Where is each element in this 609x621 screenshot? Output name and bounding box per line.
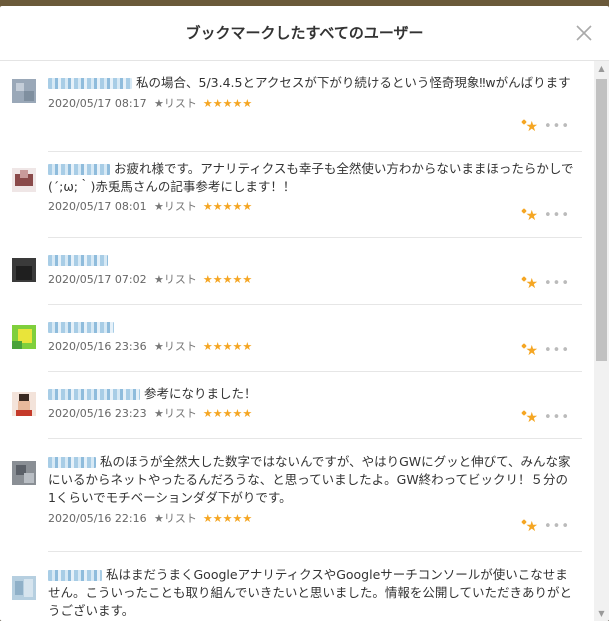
modal-header: ブックマークしたすべてのユーザー bbox=[0, 6, 609, 61]
username[interactable] bbox=[48, 457, 96, 468]
bookmark-date[interactable]: 2020/05/17 07:02 bbox=[48, 271, 154, 289]
scrollbar[interactable]: ▲ ▼ bbox=[594, 61, 609, 621]
username[interactable] bbox=[48, 164, 110, 175]
meta-row: 2020/05/16 23:23 ★リスト ★★★★★ bbox=[48, 405, 582, 423]
avatar[interactable] bbox=[12, 392, 36, 416]
scroll-down-arrow-icon[interactable]: ▼ bbox=[594, 606, 609, 621]
more-dots-icon[interactable]: ••• bbox=[544, 343, 570, 358]
star-icon[interactable]: ★ bbox=[525, 276, 538, 292]
list-item: 私の場合、5/3.4.5とアクセスが下がり続けるという怪奇現象‼wがんばります … bbox=[12, 61, 582, 152]
comment-text bbox=[48, 305, 582, 336]
username[interactable] bbox=[48, 389, 140, 400]
meta-row: 2020/05/17 08:17 ★リスト ★★★★★ bbox=[48, 95, 582, 113]
list-link[interactable]: ★リスト bbox=[154, 200, 197, 213]
bookmark-date[interactable]: 2020/05/16 22:16 bbox=[48, 510, 154, 528]
bookmark-date[interactable]: 2020/05/16 23:36 bbox=[48, 338, 154, 356]
meta-row: 2020/05/17 07:02 ★リスト ★★★★★ bbox=[48, 271, 582, 289]
star-icon[interactable]: ★ bbox=[525, 519, 538, 535]
star-icon[interactable]: ★ bbox=[525, 343, 538, 359]
more-dots-icon[interactable]: ••• bbox=[544, 276, 570, 291]
bookmark-date[interactable]: 2020/05/17 08:01 bbox=[48, 198, 154, 216]
list-link[interactable]: ★リスト bbox=[154, 407, 197, 420]
comment-text: 参考になりました！ bbox=[48, 372, 582, 403]
close-icon[interactable] bbox=[573, 22, 595, 44]
bookmark-users-modal: ブックマークしたすべてのユーザー 私の場合、5/3.4.5とアクセスが下がり続け… bbox=[0, 6, 609, 621]
star-rating: ★★★★★ bbox=[202, 407, 253, 420]
star-icon[interactable]: ★ bbox=[525, 410, 538, 426]
bookmark-list: 私の場合、5/3.4.5とアクセスが下がり続けるという怪奇現象‼wがんばります … bbox=[0, 61, 594, 621]
list-item: 私はまだうまくGoogleアナリティクスやGoogleサーチコンソールが使いこな… bbox=[12, 552, 582, 621]
username[interactable] bbox=[48, 78, 132, 89]
star-rating: ★★★★★ bbox=[202, 512, 253, 525]
username[interactable] bbox=[48, 570, 102, 581]
star-rating: ★★★★★ bbox=[202, 273, 253, 286]
avatar[interactable] bbox=[12, 461, 36, 485]
list-item: 2020/05/16 23:36 ★リスト ★★★★★ ★ ••• bbox=[12, 305, 582, 372]
more-dots-icon[interactable]: ••• bbox=[544, 410, 570, 425]
list-item: 2020/05/17 07:02 ★リスト ★★★★★ ★ ••• bbox=[12, 238, 582, 305]
username[interactable] bbox=[48, 255, 108, 266]
more-dots-icon[interactable]: ••• bbox=[544, 519, 570, 534]
comment-text: 私はまだうまくGoogleアナリティクスやGoogleサーチコンソールが使いこな… bbox=[48, 567, 573, 618]
star-rating: ★★★★★ bbox=[202, 340, 253, 353]
scroll-up-arrow-icon[interactable]: ▲ bbox=[594, 61, 609, 76]
meta-row: 2020/05/16 22:16 ★リスト ★★★★★ bbox=[48, 510, 582, 528]
scroll-thumb[interactable] bbox=[596, 79, 607, 361]
comment-text: お疲れ様です。アナリティクスも幸子も全然使い方わからないままほったらかしで(´;… bbox=[48, 161, 574, 194]
avatar[interactable] bbox=[12, 325, 36, 349]
list-link[interactable]: ★リスト bbox=[154, 512, 197, 525]
more-dots-icon[interactable]: ••• bbox=[544, 208, 570, 223]
avatar[interactable] bbox=[12, 576, 36, 600]
meta-row: 2020/05/17 08:01 ★リスト ★★★★★ bbox=[48, 198, 582, 216]
bookmark-date[interactable]: 2020/05/17 08:17 bbox=[48, 95, 154, 113]
comment-text: 私のほうが全然大した数字ではないんですが、やはりGWにグッと伸びて、みんな家にい… bbox=[48, 454, 571, 505]
star-rating: ★★★★★ bbox=[202, 97, 253, 110]
avatar[interactable] bbox=[12, 168, 36, 192]
username[interactable] bbox=[48, 322, 114, 333]
star-rating: ★★★★★ bbox=[202, 200, 253, 213]
meta-row: 2020/05/16 23:36 ★リスト ★★★★★ bbox=[48, 338, 582, 356]
list-link[interactable]: ★リスト bbox=[154, 97, 197, 110]
star-icon[interactable]: ★ bbox=[525, 208, 538, 224]
list-item: お疲れ様です。アナリティクスも幸子も全然使い方わからないままほったらかしで(´;… bbox=[12, 152, 582, 238]
list-link[interactable]: ★リスト bbox=[154, 273, 197, 286]
list-item: 私のほうが全然大した数字ではないんですが、やはりGWにグッと伸びて、みんな家にい… bbox=[12, 439, 582, 552]
comment-text bbox=[48, 238, 582, 269]
bookmark-date[interactable]: 2020/05/16 23:23 bbox=[48, 405, 154, 423]
more-dots-icon[interactable]: ••• bbox=[544, 119, 570, 134]
avatar[interactable] bbox=[12, 258, 36, 282]
list-item: 参考になりました！ 2020/05/16 23:23 ★リスト ★★★★★ ★ ••… bbox=[12, 372, 582, 439]
star-icon[interactable]: ★ bbox=[525, 119, 538, 135]
modal-title: ブックマークしたすべてのユーザー bbox=[185, 24, 424, 42]
list-link[interactable]: ★リスト bbox=[154, 340, 197, 353]
comment-text: 私の場合、5/3.4.5とアクセスが下がり続けるという怪奇現象‼wがんばります bbox=[48, 61, 582, 92]
avatar[interactable] bbox=[12, 79, 36, 103]
